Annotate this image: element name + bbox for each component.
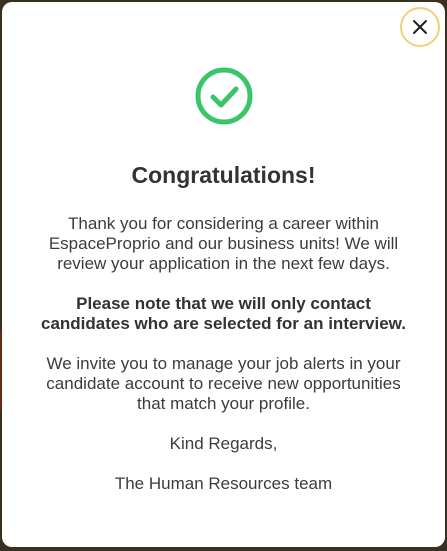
check-circle-icon [195,67,252,125]
notice-paragraph: Please note that we will only contact ca… [41,294,406,333]
modal-title: Congratulations! [131,162,316,188]
modal-body: Thank you for considering a career withi… [32,214,415,514]
close-button[interactable] [400,7,440,47]
confirmation-modal: Congratulations! Thank you for consideri… [2,2,445,547]
signature-text: The Human Resources team [114,474,333,493]
thanks-paragraph: Thank you for considering a career withi… [48,214,399,273]
invite-paragraph: We invite you to manage your job alerts … [46,354,401,413]
regards-text: Kind Regards, [169,434,278,453]
close-icon [413,20,427,34]
